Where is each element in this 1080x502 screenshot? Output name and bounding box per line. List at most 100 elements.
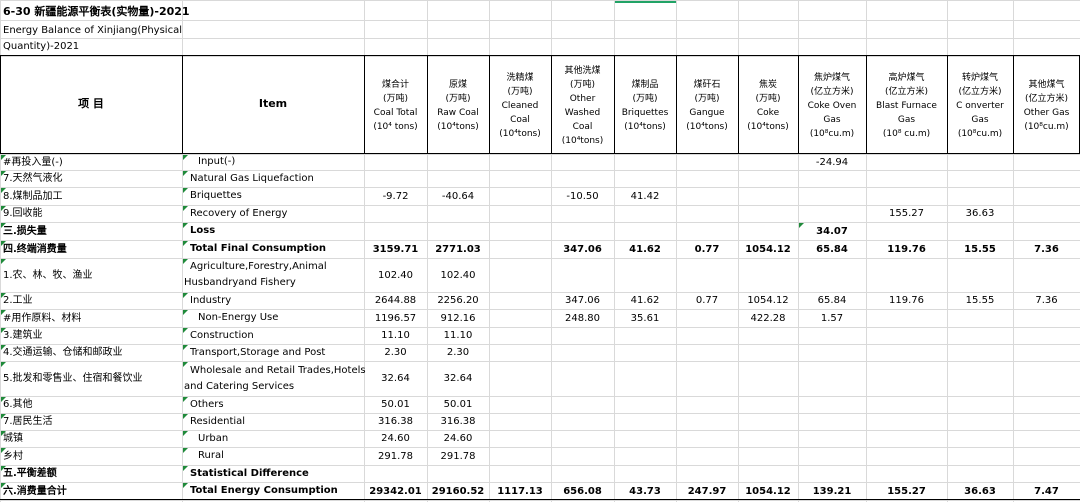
column-header-line: 焦炉煤气 [813,73,850,83]
column-header-line: (万吨) [694,94,720,104]
column-header-line: (10⁴tons) [747,122,789,132]
table-cell-value: 11.10 [443,330,473,341]
row-label-cn: #用作原料、材料 [3,312,82,324]
column-header-line: Gas [897,115,916,125]
row-label-cn: 9.回收能 [3,208,43,219]
table-cell-value: 7.36 [1034,243,1059,255]
row-label-en: Construction [190,329,254,341]
table-cell-value: 119.76 [887,243,926,255]
row-label-en: Residential [190,415,246,427]
gridline-horizontal [0,309,1080,310]
column-header-line: Washed [564,108,601,118]
column-header-line: (万吨) [445,94,471,104]
row-label-cn: 城镇 [3,433,23,444]
gridline-horizontal [0,0,1080,1]
column-header: 洗精煤 (万吨) Cleaned Coal (10⁴tons) [489,58,551,154]
column-header-line: Coal [510,115,530,125]
cell-note-marker [183,448,188,453]
row-label-cn: 1.农、林、牧、渔业 [3,269,93,281]
gridline-horizontal [0,465,1080,466]
table-cell-value: 155.27 [889,208,924,219]
column-header-line: Coal Total [373,108,418,118]
gridline-horizontal [0,413,1080,414]
gridline-horizontal [0,240,1080,241]
table-cell-value: 1117.13 [497,485,543,497]
row-label-en: Urban [198,432,229,444]
column-header-line: (10⁴tons) [686,122,728,132]
column-header-line: (10⁸ cu.m) [882,129,931,139]
header-border-top [0,55,1080,56]
column-header-line: (10⁸cu.m) [1024,122,1069,132]
table-border-bottom [0,499,1080,500]
table-cell-value: 347.06 [565,295,600,306]
column-header-line: 转炉煤气 [961,73,998,83]
gridline-horizontal [0,327,1080,328]
table-cell-value: 316.38 [378,416,413,427]
table-cell-value: 1054.12 [745,485,791,497]
table-cell-value: 36.63 [965,208,995,219]
column-header-line: (万吨) [507,87,533,97]
column-header-line: Gas [971,115,989,125]
table-cell-value: 34.07 [816,225,848,237]
column-header: 高炉煤气 (亿立方米) Blast Furnace Gas (10⁸ cu.m) [866,58,947,154]
column-header-line: (10⁴tons) [624,122,666,132]
cell-note-marker [183,328,188,333]
column-header: 焦炉煤气 (亿立方米) Coke Oven Gas (10⁸cu.m) [798,58,866,154]
row-label-en: Rural [198,450,224,461]
table-title-en-line2: Quantity)-2021 [3,41,80,52]
header-column-border [0,55,1,154]
table-cell-value: -9.72 [382,190,409,202]
column-header-line: C onverter [956,101,1004,111]
column-header-line: (万吨) [755,94,781,104]
cell-note-marker [183,259,188,264]
cell-note-marker [1,259,6,264]
table-cell-value: 50.01 [443,399,473,410]
column-header-line: Briquettes [621,108,669,118]
column-header-line: Blast Furnace [876,101,937,111]
row-label-en: Natural Gas Liquefaction [190,172,314,184]
column-header-line: 焦炭 [758,80,777,90]
cell-note-marker [183,223,188,228]
cell-note-marker [183,483,188,488]
table-cell-value: 7.36 [1035,295,1058,306]
table-cell-value: 50.01 [381,399,410,410]
row-label-en: Statistical Difference [190,467,309,479]
row-label-cn: 8.煤制品加工 [3,190,63,202]
table-cell-value: 41.62 [630,295,660,306]
table-cell-value: -10.50 [566,190,599,202]
row-label-cn: #再投入量(-) [3,156,63,168]
column-header-line: 其他洗煤 [564,66,601,76]
gridline-horizontal [0,482,1080,483]
column-header-line: (10⁴tons) [437,122,479,132]
table-cell-value: 102.40 [378,269,413,281]
table-cell-value: 422.28 [750,312,786,324]
row-label-cn: 乡村 [3,450,23,462]
column-header-line: (万吨) [632,94,658,104]
table-cell-value: 41.62 [629,243,661,255]
cell-note-marker [183,293,188,298]
column-header-line: Gangue [689,108,725,118]
cell-note-marker [183,188,188,193]
row-label-en: Industry [190,294,232,306]
table-title-en-line1: Energy Balance of Xinjiang(Physical [3,25,182,36]
gridline-horizontal [0,38,1080,39]
gridline-horizontal [0,154,1080,155]
spreadsheet: 6-30 新疆能源平衡表(实物量)-2021 Energy Balance of… [0,0,1080,502]
column-header-line: 其他煤气 [1028,80,1065,90]
row-label-en: Others [190,398,224,410]
table-cell-value: 15.55 [964,243,996,255]
table-cell-value: 248.80 [565,312,600,324]
gridline-horizontal [0,56,1080,57]
table-cell-value: 2256.20 [437,295,479,306]
column-header-line: (10⁸cu.m) [809,129,855,139]
column-header-line: (10⁸cu.m) [957,129,1003,139]
header-column-border [182,55,183,154]
table-cell-value: 24.60 [443,433,473,444]
row-label-en: Loss [190,225,216,236]
gridline-horizontal [0,447,1080,448]
column-header-line: Coke Oven [807,101,857,111]
column-header-line: Other Gas [1023,108,1070,118]
table-cell-value: 2644.88 [374,295,417,306]
row-label-cn: 4.交通运输、仓储和邮政业 [3,347,123,358]
column-header: 转炉煤气 (亿立方米) C onverter Gas (10⁸cu.m) [947,58,1013,154]
